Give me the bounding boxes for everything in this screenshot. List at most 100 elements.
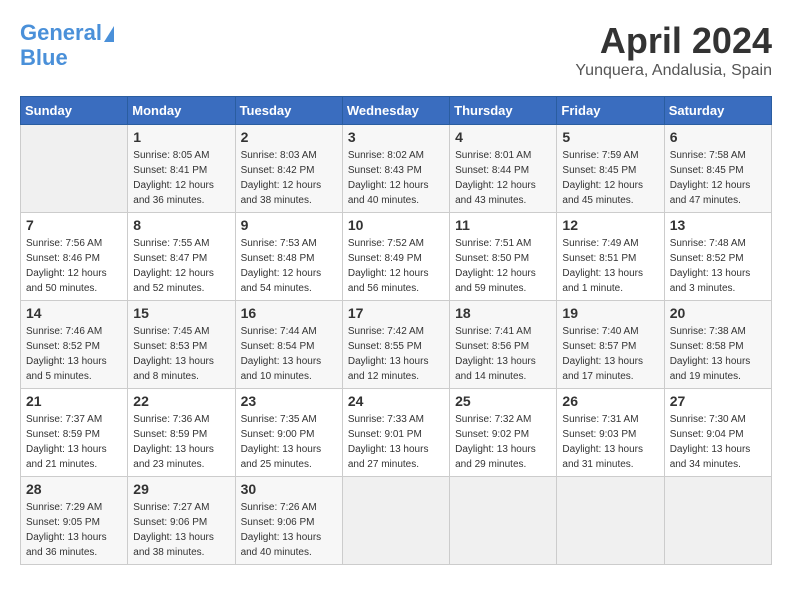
calendar-cell: 17Sunrise: 7:42 AM Sunset: 8:55 PM Dayli… [342, 301, 449, 389]
calendar-cell: 20Sunrise: 7:38 AM Sunset: 8:58 PM Dayli… [664, 301, 771, 389]
week-row-3: 14 Sunrise: 7:46 AM Sunset: 8:52 PM Dayli… [21, 301, 772, 389]
day-number: 28 [26, 481, 122, 497]
weekday-header-wednesday: Wednesday [342, 97, 449, 125]
day-info: Sunrise: 7:29 AM Sunset: 9:05 PM Dayligh… [26, 500, 122, 560]
calendar-cell: 7 Sunrise: 7:56 AM Sunset: 8:46 PM Daylig… [21, 213, 128, 301]
day-info: Sunrise: 7:56 AM Sunset: 8:46 PM Dayligh… [26, 236, 122, 296]
day-number: 24 [348, 393, 444, 409]
weekday-header-monday: Monday [128, 97, 235, 125]
calendar-cell: 29 Sunrise: 7:27 AM Sunset: 9:06 PM Dayli… [128, 477, 235, 565]
calendar-cell: 22Sunrise: 7:36 AM Sunset: 8:59 PM Dayli… [128, 389, 235, 477]
day-info: Sunrise: 7:27 AM Sunset: 9:06 PM Dayligh… [133, 500, 229, 560]
day-info: Sunrise: 8:02 AM Sunset: 8:43 PM Dayligh… [348, 148, 444, 208]
logo-general: General [20, 20, 102, 45]
calendar-cell: 3 Sunrise: 8:02 AM Sunset: 8:43 PM Daylig… [342, 125, 449, 213]
title-block: April 2024 Yunquera, Andalusia, Spain [575, 20, 772, 80]
day-number: 5 [562, 129, 658, 145]
calendar-cell: 12Sunrise: 7:49 AM Sunset: 8:51 PM Dayli… [557, 213, 664, 301]
week-row-4: 21 Sunrise: 7:37 AM Sunset: 8:59 PM Dayli… [21, 389, 772, 477]
calendar-cell: 8Sunrise: 7:55 AM Sunset: 8:47 PM Daylig… [128, 213, 235, 301]
day-info: Sunrise: 7:51 AM Sunset: 8:50 PM Dayligh… [455, 236, 551, 296]
location-title: Yunquera, Andalusia, Spain [575, 62, 772, 80]
calendar-cell: 19 Sunrise: 7:40 AM Sunset: 8:57 PM Dayli… [557, 301, 664, 389]
day-number: 7 [26, 217, 122, 233]
calendar-cell: 4 Sunrise: 8:01 AM Sunset: 8:44 PM Daylig… [450, 125, 557, 213]
day-number: 4 [455, 129, 551, 145]
calendar-cell: 25Sunrise: 7:32 AM Sunset: 9:02 PM Dayli… [450, 389, 557, 477]
calendar-cell: 15 Sunrise: 7:45 AM Sunset: 8:53 PM Dayli… [128, 301, 235, 389]
week-row-5: 28 Sunrise: 7:29 AM Sunset: 9:05 PM Dayli… [21, 477, 772, 565]
day-number: 15 [133, 305, 229, 321]
calendar-cell: 23 Sunrise: 7:35 AM Sunset: 9:00 PM Dayli… [235, 389, 342, 477]
calendar-cell: 30 Sunrise: 7:26 AM Sunset: 9:06 PM Dayli… [235, 477, 342, 565]
day-number: 13 [670, 217, 766, 233]
day-number: 11 [455, 217, 551, 233]
calendar-cell: 21 Sunrise: 7:37 AM Sunset: 8:59 PM Dayli… [21, 389, 128, 477]
day-info: Sunrise: 7:48 AM Sunset: 8:52 PM Dayligh… [670, 236, 766, 296]
day-number: 19 [562, 305, 658, 321]
day-info: Sunrise: 7:53 AM Sunset: 8:48 PM Dayligh… [241, 236, 337, 296]
logo-blue: Blue [20, 45, 68, 70]
day-info: Sunrise: 8:01 AM Sunset: 8:44 PM Dayligh… [455, 148, 551, 208]
calendar-cell: 27Sunrise: 7:30 AM Sunset: 9:04 PM Dayli… [664, 389, 771, 477]
day-info: Sunrise: 7:42 AM Sunset: 8:55 PM Dayligh… [348, 324, 444, 384]
day-info: Sunrise: 7:44 AM Sunset: 8:54 PM Dayligh… [241, 324, 337, 384]
day-number: 30 [241, 481, 337, 497]
day-number: 23 [241, 393, 337, 409]
day-number: 12 [562, 217, 658, 233]
day-number: 10 [348, 217, 444, 233]
weekday-header-row: SundayMondayTuesdayWednesdayThursdayFrid… [21, 97, 772, 125]
calendar-cell [342, 477, 449, 565]
calendar-cell [557, 477, 664, 565]
day-info: Sunrise: 7:30 AM Sunset: 9:04 PM Dayligh… [670, 412, 766, 472]
day-info: Sunrise: 7:59 AM Sunset: 8:45 PM Dayligh… [562, 148, 658, 208]
day-info: Sunrise: 7:58 AM Sunset: 8:45 PM Dayligh… [670, 148, 766, 208]
calendar-cell: 11 Sunrise: 7:51 AM Sunset: 8:50 PM Dayli… [450, 213, 557, 301]
day-number: 14 [26, 305, 122, 321]
weekday-header-tuesday: Tuesday [235, 97, 342, 125]
logo: General Blue [20, 20, 114, 71]
day-info: Sunrise: 7:52 AM Sunset: 8:49 PM Dayligh… [348, 236, 444, 296]
weekday-header-thursday: Thursday [450, 97, 557, 125]
calendar-cell: 9Sunrise: 7:53 AM Sunset: 8:48 PM Daylig… [235, 213, 342, 301]
day-number: 18 [455, 305, 551, 321]
month-title: April 2024 [575, 20, 772, 62]
day-number: 1 [133, 129, 229, 145]
page-header: General Blue April 2024 Yunquera, Andalu… [20, 20, 772, 80]
day-info: Sunrise: 7:33 AM Sunset: 9:01 PM Dayligh… [348, 412, 444, 472]
week-row-2: 7 Sunrise: 7:56 AM Sunset: 8:46 PM Daylig… [21, 213, 772, 301]
calendar-cell: 2 Sunrise: 8:03 AM Sunset: 8:42 PM Daylig… [235, 125, 342, 213]
day-number: 21 [26, 393, 122, 409]
day-info: Sunrise: 7:37 AM Sunset: 8:59 PM Dayligh… [26, 412, 122, 472]
day-info: Sunrise: 7:35 AM Sunset: 9:00 PM Dayligh… [241, 412, 337, 472]
day-info: Sunrise: 7:38 AM Sunset: 8:58 PM Dayligh… [670, 324, 766, 384]
day-number: 26 [562, 393, 658, 409]
day-info: Sunrise: 7:32 AM Sunset: 9:02 PM Dayligh… [455, 412, 551, 472]
calendar-cell: 10 Sunrise: 7:52 AM Sunset: 8:49 PM Dayli… [342, 213, 449, 301]
calendar-cell: 14 Sunrise: 7:46 AM Sunset: 8:52 PM Dayli… [21, 301, 128, 389]
week-row-1: 1 Sunrise: 8:05 AM Sunset: 8:41 PM Daylig… [21, 125, 772, 213]
day-info: Sunrise: 7:46 AM Sunset: 8:52 PM Dayligh… [26, 324, 122, 384]
day-number: 3 [348, 129, 444, 145]
calendar-cell: 18 Sunrise: 7:41 AM Sunset: 8:56 PM Dayli… [450, 301, 557, 389]
weekday-header-sunday: Sunday [21, 97, 128, 125]
day-info: Sunrise: 8:05 AM Sunset: 8:41 PM Dayligh… [133, 148, 229, 208]
day-number: 6 [670, 129, 766, 145]
calendar-cell: 6 Sunrise: 7:58 AM Sunset: 8:45 PM Daylig… [664, 125, 771, 213]
day-info: Sunrise: 7:45 AM Sunset: 8:53 PM Dayligh… [133, 324, 229, 384]
day-info: Sunrise: 7:41 AM Sunset: 8:56 PM Dayligh… [455, 324, 551, 384]
day-info: Sunrise: 8:03 AM Sunset: 8:42 PM Dayligh… [241, 148, 337, 208]
day-number: 22 [133, 393, 229, 409]
calendar-cell: 28 Sunrise: 7:29 AM Sunset: 9:05 PM Dayli… [21, 477, 128, 565]
calendar-cell: 16 Sunrise: 7:44 AM Sunset: 8:54 PM Dayli… [235, 301, 342, 389]
day-info: Sunrise: 7:31 AM Sunset: 9:03 PM Dayligh… [562, 412, 658, 472]
calendar-cell: 24 Sunrise: 7:33 AM Sunset: 9:01 PM Dayli… [342, 389, 449, 477]
calendar-cell: 13 Sunrise: 7:48 AM Sunset: 8:52 PM Dayli… [664, 213, 771, 301]
calendar-cell [450, 477, 557, 565]
day-number: 16 [241, 305, 337, 321]
day-info: Sunrise: 7:40 AM Sunset: 8:57 PM Dayligh… [562, 324, 658, 384]
day-number: 2 [241, 129, 337, 145]
day-number: 8 [133, 217, 229, 233]
day-number: 29 [133, 481, 229, 497]
day-info: Sunrise: 7:26 AM Sunset: 9:06 PM Dayligh… [241, 500, 337, 560]
